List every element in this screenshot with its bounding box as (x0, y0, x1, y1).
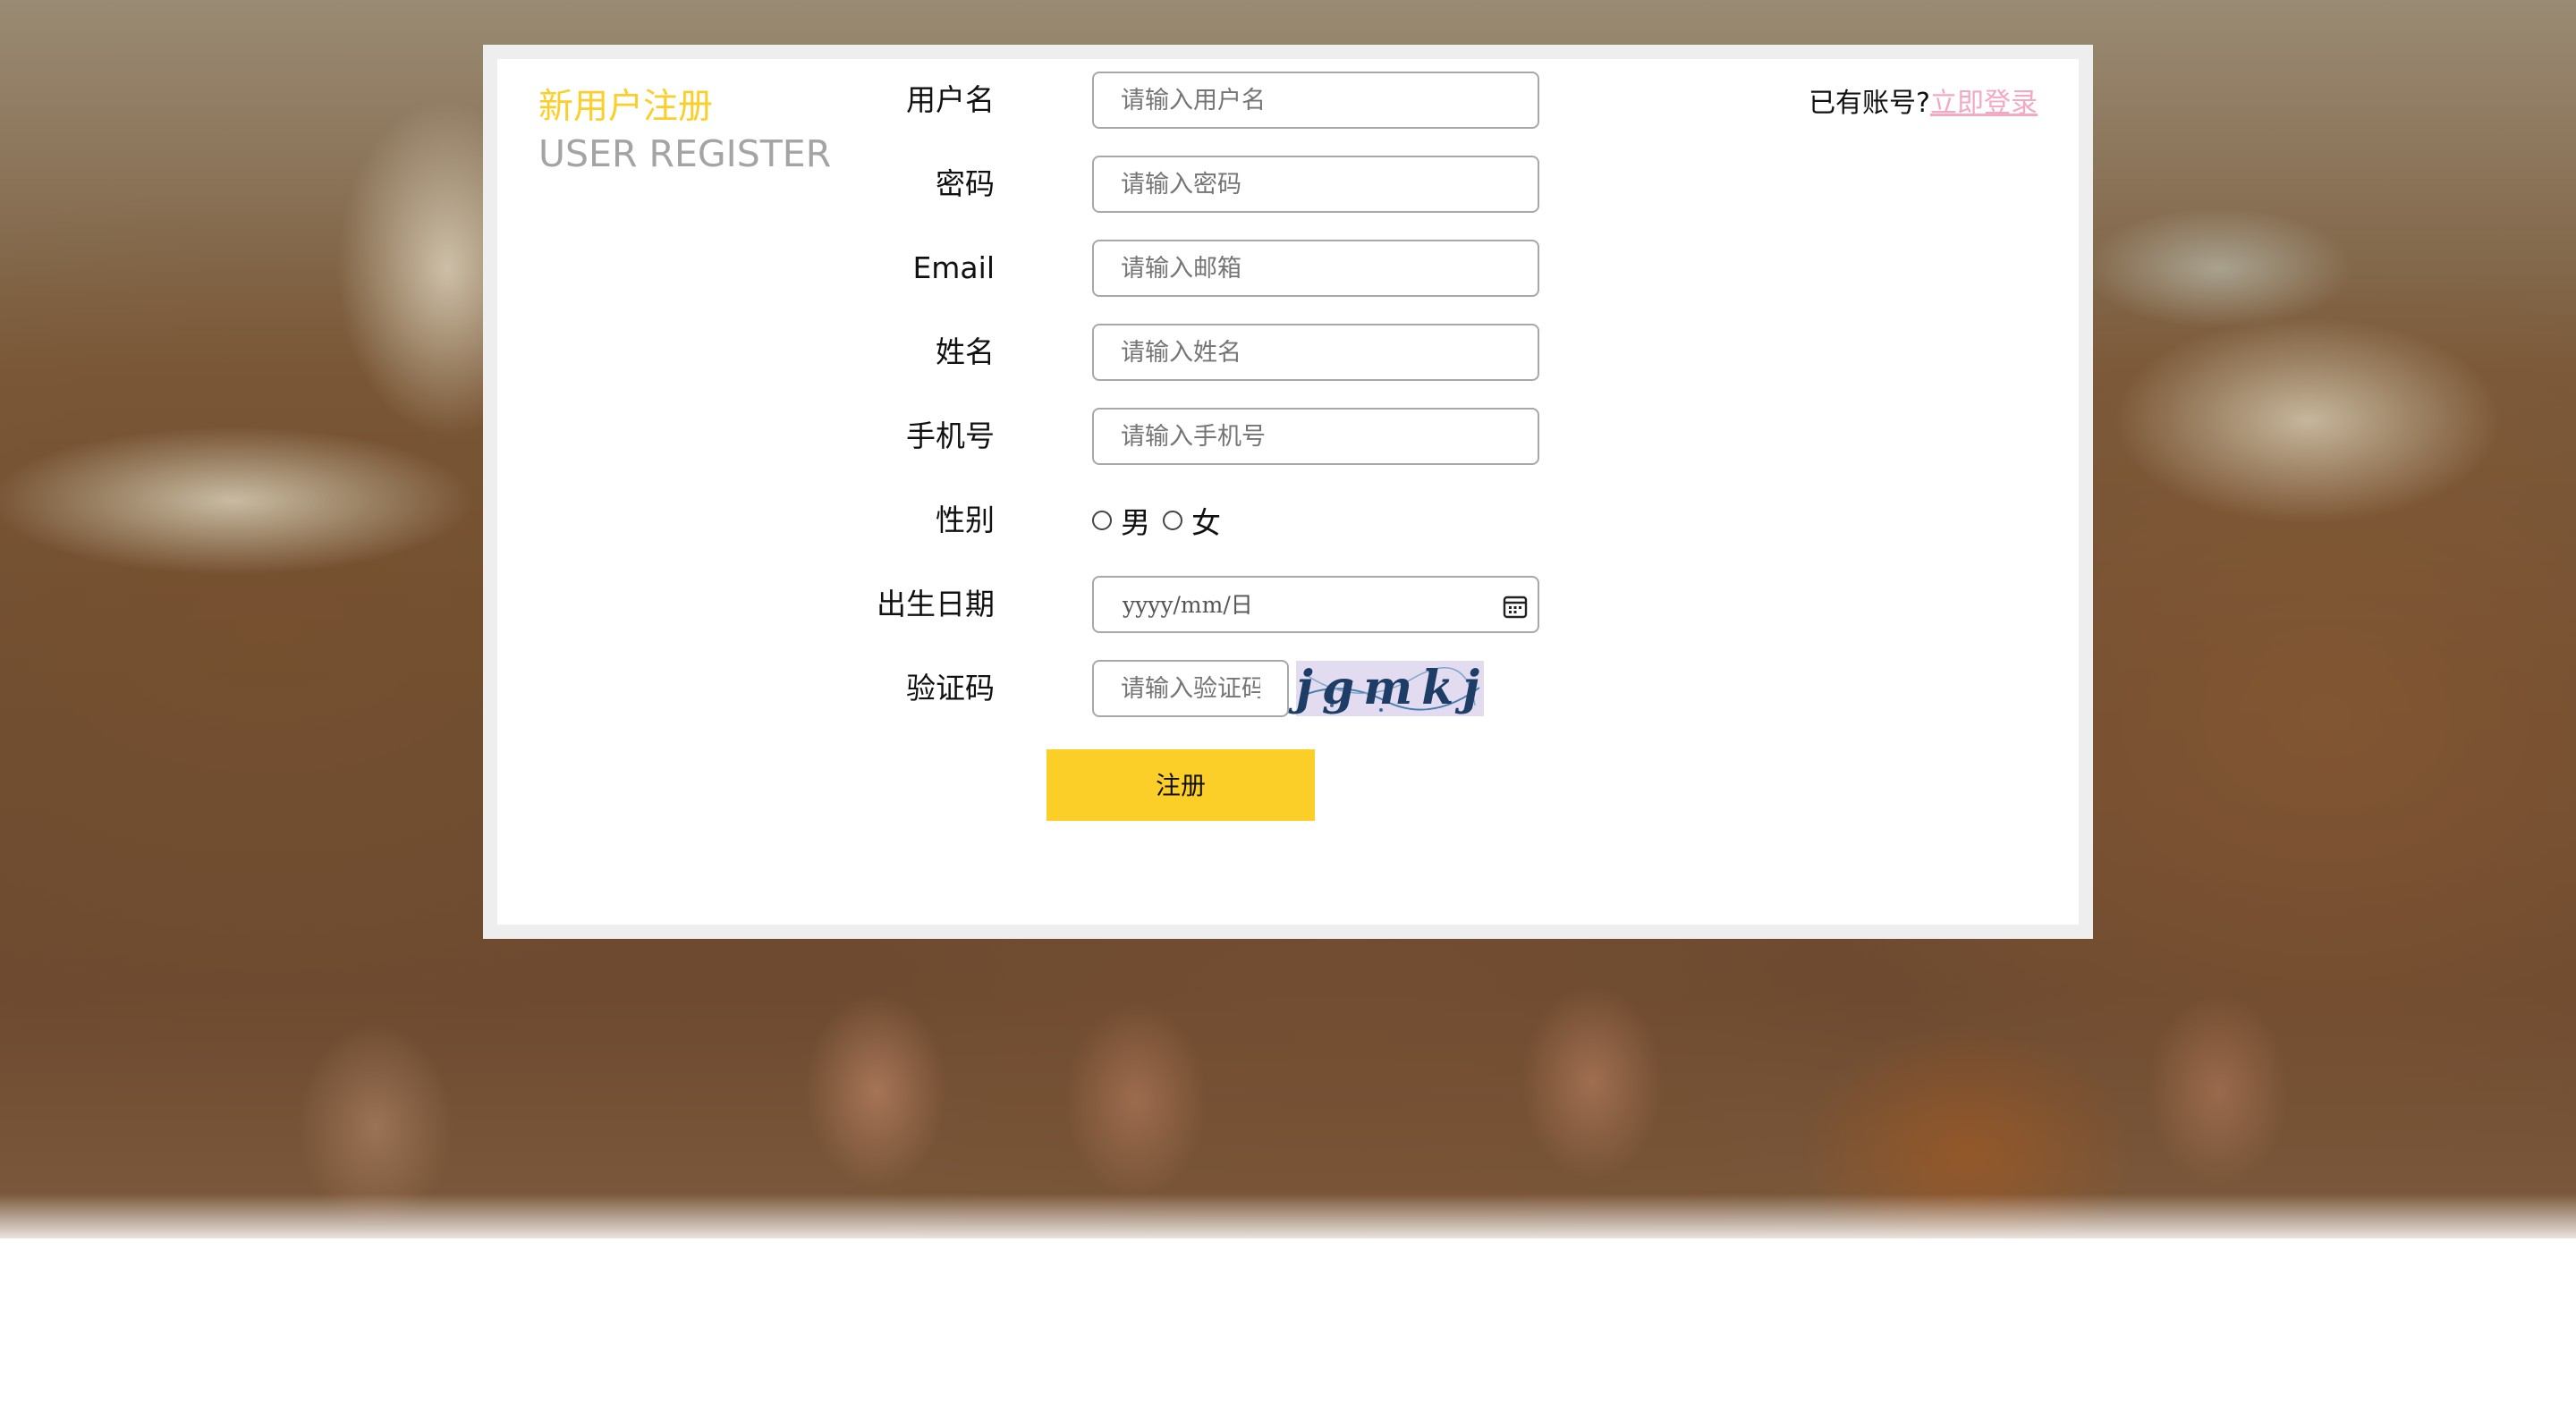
gender-option-male-label: 男 (1121, 505, 1150, 540)
email-input[interactable] (1092, 240, 1539, 297)
captcha-input[interactable] (1092, 660, 1289, 717)
username-label: 用户名 (906, 82, 995, 117)
name-input[interactable] (1092, 324, 1539, 381)
login-link[interactable]: 立即登录 (1930, 88, 2038, 119)
radio-male[interactable] (1092, 511, 1112, 530)
email-label: Email (912, 250, 995, 285)
background-fade (0, 1194, 2576, 1247)
birthdate-label: 出生日期 (877, 587, 995, 621)
login-prompt-text: 已有账号? (1809, 88, 1930, 119)
gender-label: 性别 (936, 503, 995, 537)
calendar-icon[interactable] (1502, 593, 1529, 620)
register-button[interactable]: 注册 (1046, 749, 1315, 821)
password-input[interactable] (1092, 156, 1539, 213)
login-prompt-area: 已有账号?立即登录 (1809, 82, 2038, 125)
gender-option-female[interactable]: 女 (1163, 499, 1221, 542)
page-subtitle: USER REGISTER (538, 132, 832, 175)
username-input[interactable] (1092, 72, 1539, 129)
radio-female[interactable] (1163, 511, 1182, 530)
phone-input[interactable] (1092, 408, 1539, 465)
birthdate-input[interactable]: yyyy/mm/日 (1092, 576, 1539, 633)
gender-option-male[interactable]: 男 (1092, 499, 1150, 542)
captcha-image[interactable]: jgmkj (1296, 661, 1484, 716)
name-label: 姓名 (936, 334, 995, 369)
password-label: 密码 (936, 166, 995, 201)
register-panel-inner: 新用户注册 USER REGISTER 已有账号?立即登录 用户名 密码 Ema… (497, 59, 2079, 925)
captcha-label: 验证码 (906, 671, 995, 706)
birthdate-placeholder: yyyy/mm/日 (1123, 592, 1253, 618)
gender-option-female-label: 女 (1191, 505, 1221, 540)
captcha-text: jgmkj (1296, 661, 1489, 715)
register-panel: 新用户注册 USER REGISTER 已有账号?立即登录 用户名 密码 Ema… (483, 45, 2093, 939)
page-title: 新用户注册 (538, 87, 714, 127)
gender-radio-group: 男 女 (1092, 492, 1233, 549)
phone-label: 手机号 (906, 418, 995, 453)
